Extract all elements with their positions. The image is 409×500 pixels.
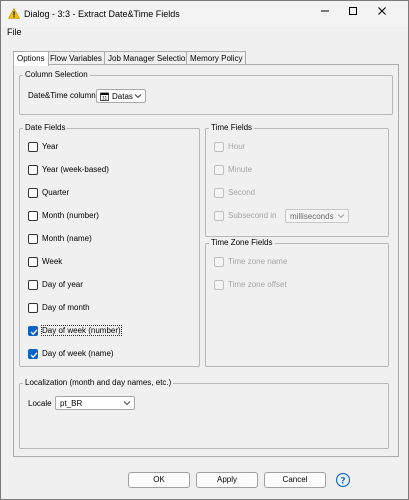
time-fields-group: Time Fields Hour Minute Second Subsecond… (205, 123, 389, 237)
date-fields-group: Date Fields Year Year (week-based) Quart… (19, 123, 200, 367)
svg-text:31: 31 (102, 96, 108, 101)
datetime-column-value: Datas (112, 92, 133, 101)
month-number-label: Month (number) (42, 211, 99, 220)
day-of-month-label: Day of month (42, 303, 90, 312)
datetime-column-select[interactable]: 31 Datas (96, 89, 146, 103)
localization-title: Localization (month and day names, etc.) (23, 378, 174, 387)
subsecond-label: Subsecond in (228, 211, 277, 220)
time-zone-name-checkbox[interactable] (214, 257, 224, 267)
ok-button[interactable]: OK (128, 472, 190, 488)
second-checkbox[interactable] (214, 188, 224, 198)
checkmark-icon (30, 329, 38, 336)
close-icon (378, 7, 386, 15)
hour-label: Hour (228, 142, 246, 151)
subsecond-unit-value: milliseconds (290, 212, 334, 221)
subsecond-unit-select[interactable]: milliseconds (285, 209, 349, 223)
day-of-week-number-label: Day of week (number) (41, 325, 122, 336)
year-week-based-checkbox[interactable] (28, 165, 38, 175)
column-selection-title: Column Selection (23, 70, 90, 79)
day-of-year-label: Day of year (42, 280, 83, 289)
maximize-icon (349, 7, 357, 15)
chevron-down-icon (123, 401, 131, 406)
year-checkbox[interactable] (28, 142, 38, 152)
day-of-year-checkbox[interactable] (28, 280, 38, 290)
minute-checkbox[interactable] (214, 165, 224, 175)
help-button[interactable]: ? (335, 472, 351, 488)
tab-job-manager-selection[interactable]: Job Manager Selection (104, 51, 194, 65)
menu-bar: File (1, 27, 408, 41)
apply-button[interactable]: Apply (196, 472, 258, 488)
warning-triangle-icon (8, 8, 20, 19)
date-fields-title: Date Fields (23, 123, 68, 132)
options-panel: Column Selection Date&Time column 31 Dat… (13, 64, 399, 457)
year-label: Year (42, 142, 59, 151)
week-checkbox[interactable] (28, 257, 38, 267)
quarter-checkbox[interactable] (28, 188, 38, 198)
time-fields-title: Time Fields (209, 123, 255, 132)
tab-options[interactable]: Options (13, 51, 49, 66)
second-label: Second (228, 188, 256, 197)
datetime-column-label: Date&Time column (28, 91, 96, 100)
week-label: Week (42, 257, 63, 266)
year-week-based-label: Year (week-based) (42, 165, 109, 174)
time-zone-name-label: Time zone name (228, 257, 288, 266)
locale-select[interactable]: pt_BR (55, 396, 135, 410)
month-name-label: Month (name) (42, 234, 92, 243)
svg-text:?: ? (340, 476, 345, 486)
close-button[interactable] (371, 5, 393, 23)
month-name-checkbox[interactable] (28, 234, 38, 244)
day-of-week-name-checkbox[interactable] (28, 349, 38, 359)
day-of-month-checkbox[interactable] (28, 303, 38, 313)
help-question-icon: ? (335, 472, 351, 488)
minute-label: Minute (228, 165, 253, 174)
locale-label: Locale (28, 399, 52, 408)
cancel-button[interactable]: Cancel (264, 472, 326, 488)
day-of-week-number-checkbox[interactable] (28, 326, 38, 336)
chevron-down-icon (134, 94, 142, 99)
dialog-window: Dialog - 3:3 - Extract Date&Time Fields … (0, 0, 409, 500)
month-number-checkbox[interactable] (28, 211, 38, 221)
subsecond-checkbox[interactable] (214, 211, 224, 221)
title-bar: Dialog - 3:3 - Extract Date&Time Fields (1, 1, 408, 27)
hour-checkbox[interactable] (214, 142, 224, 152)
maximize-button[interactable] (342, 5, 364, 23)
time-zone-fields-title: Time Zone Fields (209, 238, 275, 247)
quarter-label: Quarter (42, 188, 70, 197)
day-of-week-name-label: Day of week (name) (42, 349, 114, 358)
time-zone-fields-group: Time Zone Fields Time zone name Time zon… (205, 238, 389, 367)
locale-value: pt_BR (60, 399, 83, 408)
minimize-icon (321, 10, 329, 12)
time-zone-offset-checkbox[interactable] (214, 280, 224, 290)
localization-group: Localization (month and day names, etc.)… (19, 378, 389, 449)
tab-memory-policy[interactable]: Memory Policy (186, 51, 247, 65)
minimize-button[interactable] (314, 5, 336, 23)
window-title: Dialog - 3:3 - Extract Date&Time Fields (24, 9, 180, 19)
chevron-down-icon (337, 214, 345, 219)
tab-flow-variables[interactable]: Flow Variables (46, 51, 106, 65)
checkmark-icon (30, 352, 38, 359)
column-selection-group: Column Selection Date&Time column 31 Dat… (19, 70, 393, 115)
menu-file[interactable]: File (7, 27, 22, 37)
time-zone-offset-label: Time zone offset (228, 280, 287, 289)
calendar-icon: 31 (100, 92, 109, 101)
